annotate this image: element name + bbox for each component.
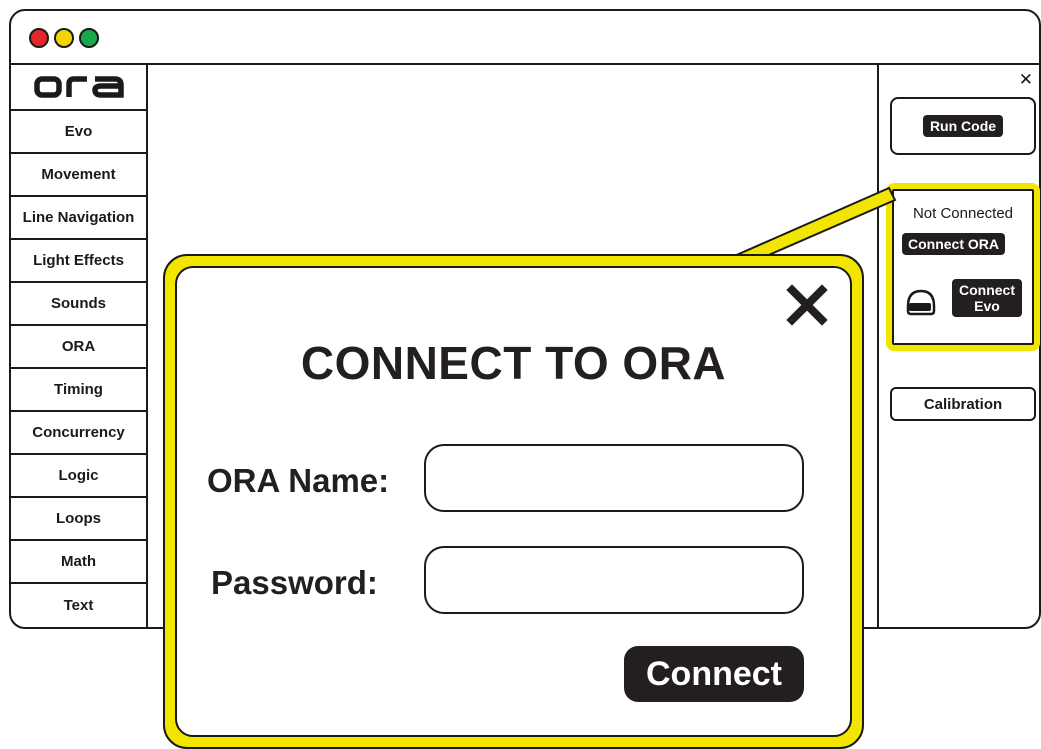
password-input[interactable] <box>424 546 804 614</box>
close-icon[interactable]: ✕ <box>1019 71 1033 88</box>
calibration-button[interactable]: Calibration <box>890 387 1036 421</box>
connect-button[interactable]: Connect <box>624 646 804 702</box>
window-minimize-button[interactable] <box>54 28 74 48</box>
category-math[interactable]: Math <box>11 541 146 584</box>
ora-logo-icon <box>33 76 124 98</box>
helmet-icon <box>906 289 936 316</box>
category-evo[interactable]: Evo <box>11 111 146 154</box>
category-ora[interactable]: ORA <box>11 326 146 369</box>
run-code-button[interactable]: Run Code <box>922 114 1004 138</box>
connection-panel: Not Connected Connect ORA Connect Evo <box>886 183 1040 351</box>
run-code-box: Run Code <box>890 97 1036 155</box>
right-panel: ✕ Run Code Not Connected Connect ORA Con… <box>877 65 1041 629</box>
category-sounds[interactable]: Sounds <box>11 283 146 326</box>
category-line-navigation[interactable]: Line Navigation <box>11 197 146 240</box>
connect-dialog-body: CONNECT TO ORA ORA Name: Password: Conne… <box>175 266 852 737</box>
category-light-effects[interactable]: Light Effects <box>11 240 146 283</box>
title-bar <box>11 11 1039 65</box>
window-close-button[interactable] <box>29 28 49 48</box>
category-logic[interactable]: Logic <box>11 455 146 498</box>
connection-status: Not Connected <box>912 205 1014 222</box>
block-category-sidebar: Evo Movement Line Navigation Light Effec… <box>11 65 148 629</box>
category-text[interactable]: Text <box>11 584 146 627</box>
ora-logo <box>11 65 146 111</box>
ora-name-label: ORA Name: <box>207 462 390 499</box>
connect-ora-button[interactable]: Connect ORA <box>902 233 1005 256</box>
ora-name-input[interactable] <box>424 444 804 512</box>
dialog-title: CONNECT TO ORA <box>300 337 727 389</box>
category-loops[interactable]: Loops <box>11 498 146 541</box>
connect-dialog: CONNECT TO ORA ORA Name: Password: Conne… <box>163 254 864 749</box>
window-maximize-button[interactable] <box>79 28 99 48</box>
category-concurrency[interactable]: Concurrency <box>11 412 146 455</box>
category-timing[interactable]: Timing <box>11 369 146 412</box>
password-label: Password: <box>211 564 378 601</box>
category-movement[interactable]: Movement <box>11 154 146 197</box>
connect-evo-button[interactable]: Connect Evo <box>952 279 1022 318</box>
close-icon[interactable] <box>786 284 828 326</box>
